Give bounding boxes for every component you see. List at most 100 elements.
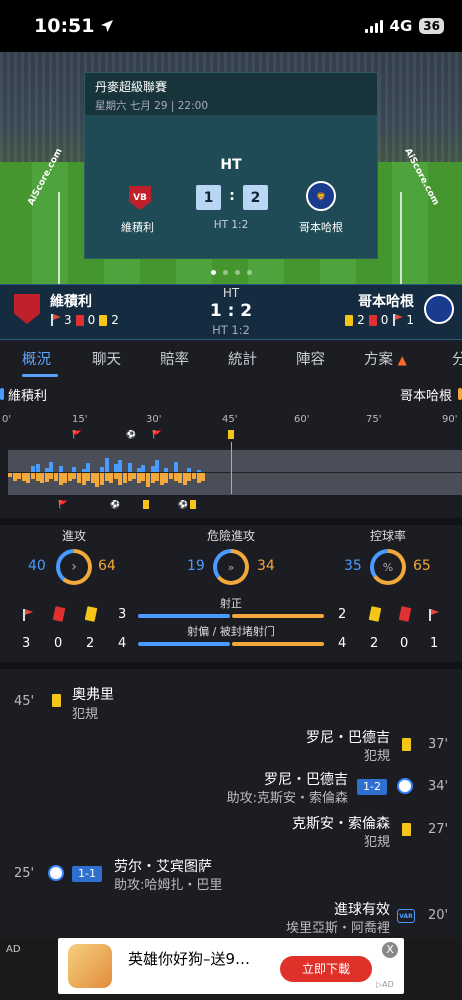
away-attack-bar <box>123 473 127 483</box>
yellow-card-icon <box>84 606 98 622</box>
status-bar: 10:51 4G 36 <box>0 0 462 52</box>
away-attack-bar <box>150 473 155 483</box>
home-score: 1 <box>196 185 221 210</box>
ad-choices-icon[interactable]: ▷AD <box>376 980 394 989</box>
ad-label: AD <box>6 944 21 955</box>
away-attack-bar <box>201 473 206 481</box>
signal-icon <box>364 19 383 33</box>
away-yellow: 2 <box>357 313 365 327</box>
away-attack-bar <box>136 473 141 483</box>
event-detail: 助攻:哈姆扎・巴里 <box>114 878 223 893</box>
away-yellow-count: 2 <box>370 636 379 651</box>
home-attack-bar <box>141 465 146 472</box>
event-player[interactable]: 克斯安・索倫森 <box>292 813 390 833</box>
away-attack-bar <box>127 473 132 481</box>
network-label: 4G <box>389 17 413 35</box>
away-attack-bar <box>155 473 160 481</box>
away-attack-bar <box>109 473 114 483</box>
section-divider <box>0 662 462 669</box>
ad-title[interactable]: 英雄你好狗–送9… <box>128 948 250 969</box>
tick-15: 15' <box>72 414 88 425</box>
away-legend-label: 哥本哈根 <box>399 389 452 404</box>
event-player[interactable]: 奧弗里 <box>72 684 114 704</box>
home-attack-bar <box>113 464 118 472</box>
away-attack-bar <box>63 473 68 483</box>
match-card[interactable]: 丹麥超級聯賽 星期六 七月 29 | 22:00 HT VB 1 : 2 🦁 維… <box>84 72 378 259</box>
carousel-dots[interactable] <box>0 270 462 275</box>
timeline-legend: 維積利 哥本哈根 <box>0 384 462 406</box>
away-attack-bar <box>95 473 100 487</box>
dangerous-away: 34 <box>257 558 275 574</box>
shots-off-home-bar <box>138 642 230 646</box>
chevron-right-icon: › <box>60 553 88 581</box>
tab-stats[interactable]: 統計 <box>228 348 257 369</box>
event-player[interactable]: 罗尼・巴德吉 <box>264 769 348 789</box>
tick-0: 0' <box>2 414 12 425</box>
red-card-icon <box>368 314 377 326</box>
away-attack-bar <box>67 473 72 481</box>
possession-label: 控球率 <box>369 529 406 543</box>
tab-overview[interactable]: 概況 <box>22 348 51 369</box>
away-attack-bar <box>12 473 17 481</box>
tab-lineup[interactable]: 陣容 <box>296 348 325 369</box>
event-minute: 37' <box>428 737 449 752</box>
event-minute: 20' <box>428 908 449 923</box>
away-attack-bar <box>192 473 196 479</box>
shiba-dog-app-icon <box>68 944 112 988</box>
shots-on-home-bar <box>138 614 230 618</box>
ad-download-button[interactable]: 立即下載 <box>280 956 372 982</box>
match-status: HT <box>220 157 242 173</box>
ad-close-icon[interactable]: X <box>382 942 398 958</box>
tab-chat[interactable]: 聊天 <box>92 348 121 369</box>
home-indicator[interactable] <box>148 986 314 991</box>
away-attack-bar <box>118 473 123 485</box>
home-attack-bar <box>58 466 63 472</box>
tab-odds[interactable]: 賠率 <box>160 348 189 369</box>
tab-tips[interactable]: 方案 ▲ <box>364 348 407 369</box>
away-attack-bar <box>141 473 146 481</box>
tab-more[interactable]: 分 <box>452 348 462 369</box>
timeline-bars <box>8 450 462 495</box>
home-attack-bar <box>81 469 86 472</box>
home-attack-bar <box>44 468 49 472</box>
away-attack-bar <box>132 473 137 479</box>
attack-gauge: › <box>56 549 92 585</box>
home-attack-bar <box>72 467 77 472</box>
red-card-icon <box>52 606 66 622</box>
event-player[interactable]: 劳尔・艾宾图萨 <box>114 856 212 876</box>
away-attack-bar <box>49 473 54 479</box>
shots-on-home: 3 <box>118 607 127 622</box>
home-attack-bar <box>127 463 132 472</box>
away-attack-bar <box>100 473 104 485</box>
possession-home: 35 <box>344 558 362 574</box>
away-attack-bar <box>35 473 40 481</box>
section-divider <box>0 518 462 525</box>
away-crest-icon <box>424 294 454 324</box>
status-time: 10:51 <box>34 15 114 37</box>
corner-flag-icon <box>22 609 33 621</box>
away-red-count: 0 <box>400 636 409 651</box>
match-card-header: 丹麥超級聯賽 星期六 七月 29 | 22:00 <box>85 73 377 115</box>
away-attack-bar <box>21 473 26 481</box>
away-attack-bar <box>31 473 35 479</box>
home-attack-bar <box>86 463 91 472</box>
away-corners-count: 1 <box>430 636 439 651</box>
percent-icon: % <box>374 553 402 581</box>
away-attack-bar <box>86 473 91 481</box>
fire-icon: ▲ <box>397 353 407 367</box>
away-attack-bar <box>146 473 150 487</box>
event-var-title[interactable]: 進球有效 <box>334 899 390 919</box>
dangerous-home: 19 <box>187 558 205 574</box>
event-minute: 45' <box>14 694 35 709</box>
home-red-count: 0 <box>54 636 63 651</box>
battery-icon: 36 <box>419 18 444 34</box>
away-attack-bar <box>164 473 169 483</box>
yellow-card-icon <box>52 694 61 707</box>
away-attack-bar <box>173 473 178 481</box>
home-attack-bar <box>49 462 54 472</box>
match-hero[interactable]: AiScore.com AiScore.com 丹麥超級聯賽 星期六 七月 29… <box>0 52 462 284</box>
yellow-card-icon <box>368 606 382 622</box>
away-crest-icon: 🦁 <box>306 181 336 211</box>
event-player[interactable]: 罗尼・巴德吉 <box>306 727 390 747</box>
home-attack-bar <box>164 468 169 472</box>
